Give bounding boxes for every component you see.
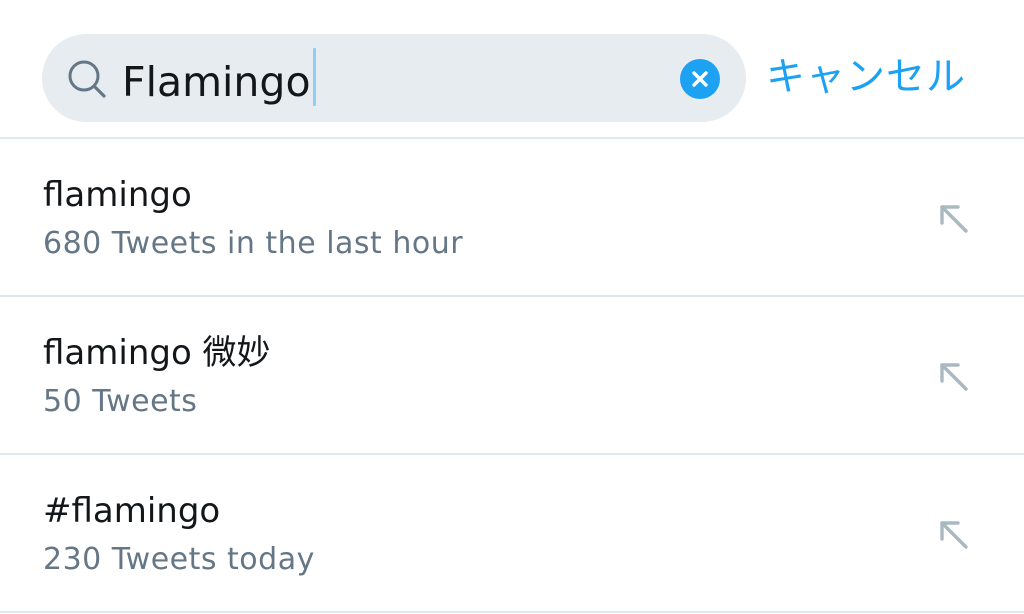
clear-icon (692, 71, 708, 87)
suggestion-title: flamingo 微妙 (43, 333, 271, 373)
cancel-button[interactable]: キャンセル (766, 50, 966, 106)
search-query-value: Flamingo (122, 58, 311, 106)
search-header: Flamingo キャンセル (0, 0, 1024, 139)
suggestion-tweet-count: 230 Tweets today (43, 542, 315, 577)
arrow-up-left-icon[interactable] (934, 199, 974, 239)
suggestion-item[interactable]: #flamingo 230 Tweets today (0, 455, 1024, 613)
search-query-text[interactable]: Flamingo (122, 48, 316, 108)
suggestion-item[interactable]: flamingo 680 Tweets in the last hour (0, 139, 1024, 297)
arrow-up-left-icon[interactable] (934, 357, 974, 397)
suggestion-tweet-count: 50 Tweets (43, 384, 198, 419)
clear-search-button[interactable] (680, 59, 720, 99)
search-screen: Flamingo キャンセル flamingo 680 Tweets in th… (0, 0, 1024, 614)
suggestion-tweet-count: 680 Tweets in the last hour (43, 226, 464, 261)
suggestion-title: flamingo (43, 175, 192, 215)
text-caret (312, 48, 316, 106)
suggestion-item[interactable]: flamingo 微妙 50 Tweets (0, 297, 1024, 455)
suggestion-title: #flamingo (43, 491, 221, 531)
suggestion-list: flamingo 680 Tweets in the last hour fla… (0, 139, 1024, 613)
search-icon (68, 60, 106, 98)
arrow-up-left-icon[interactable] (934, 515, 974, 555)
